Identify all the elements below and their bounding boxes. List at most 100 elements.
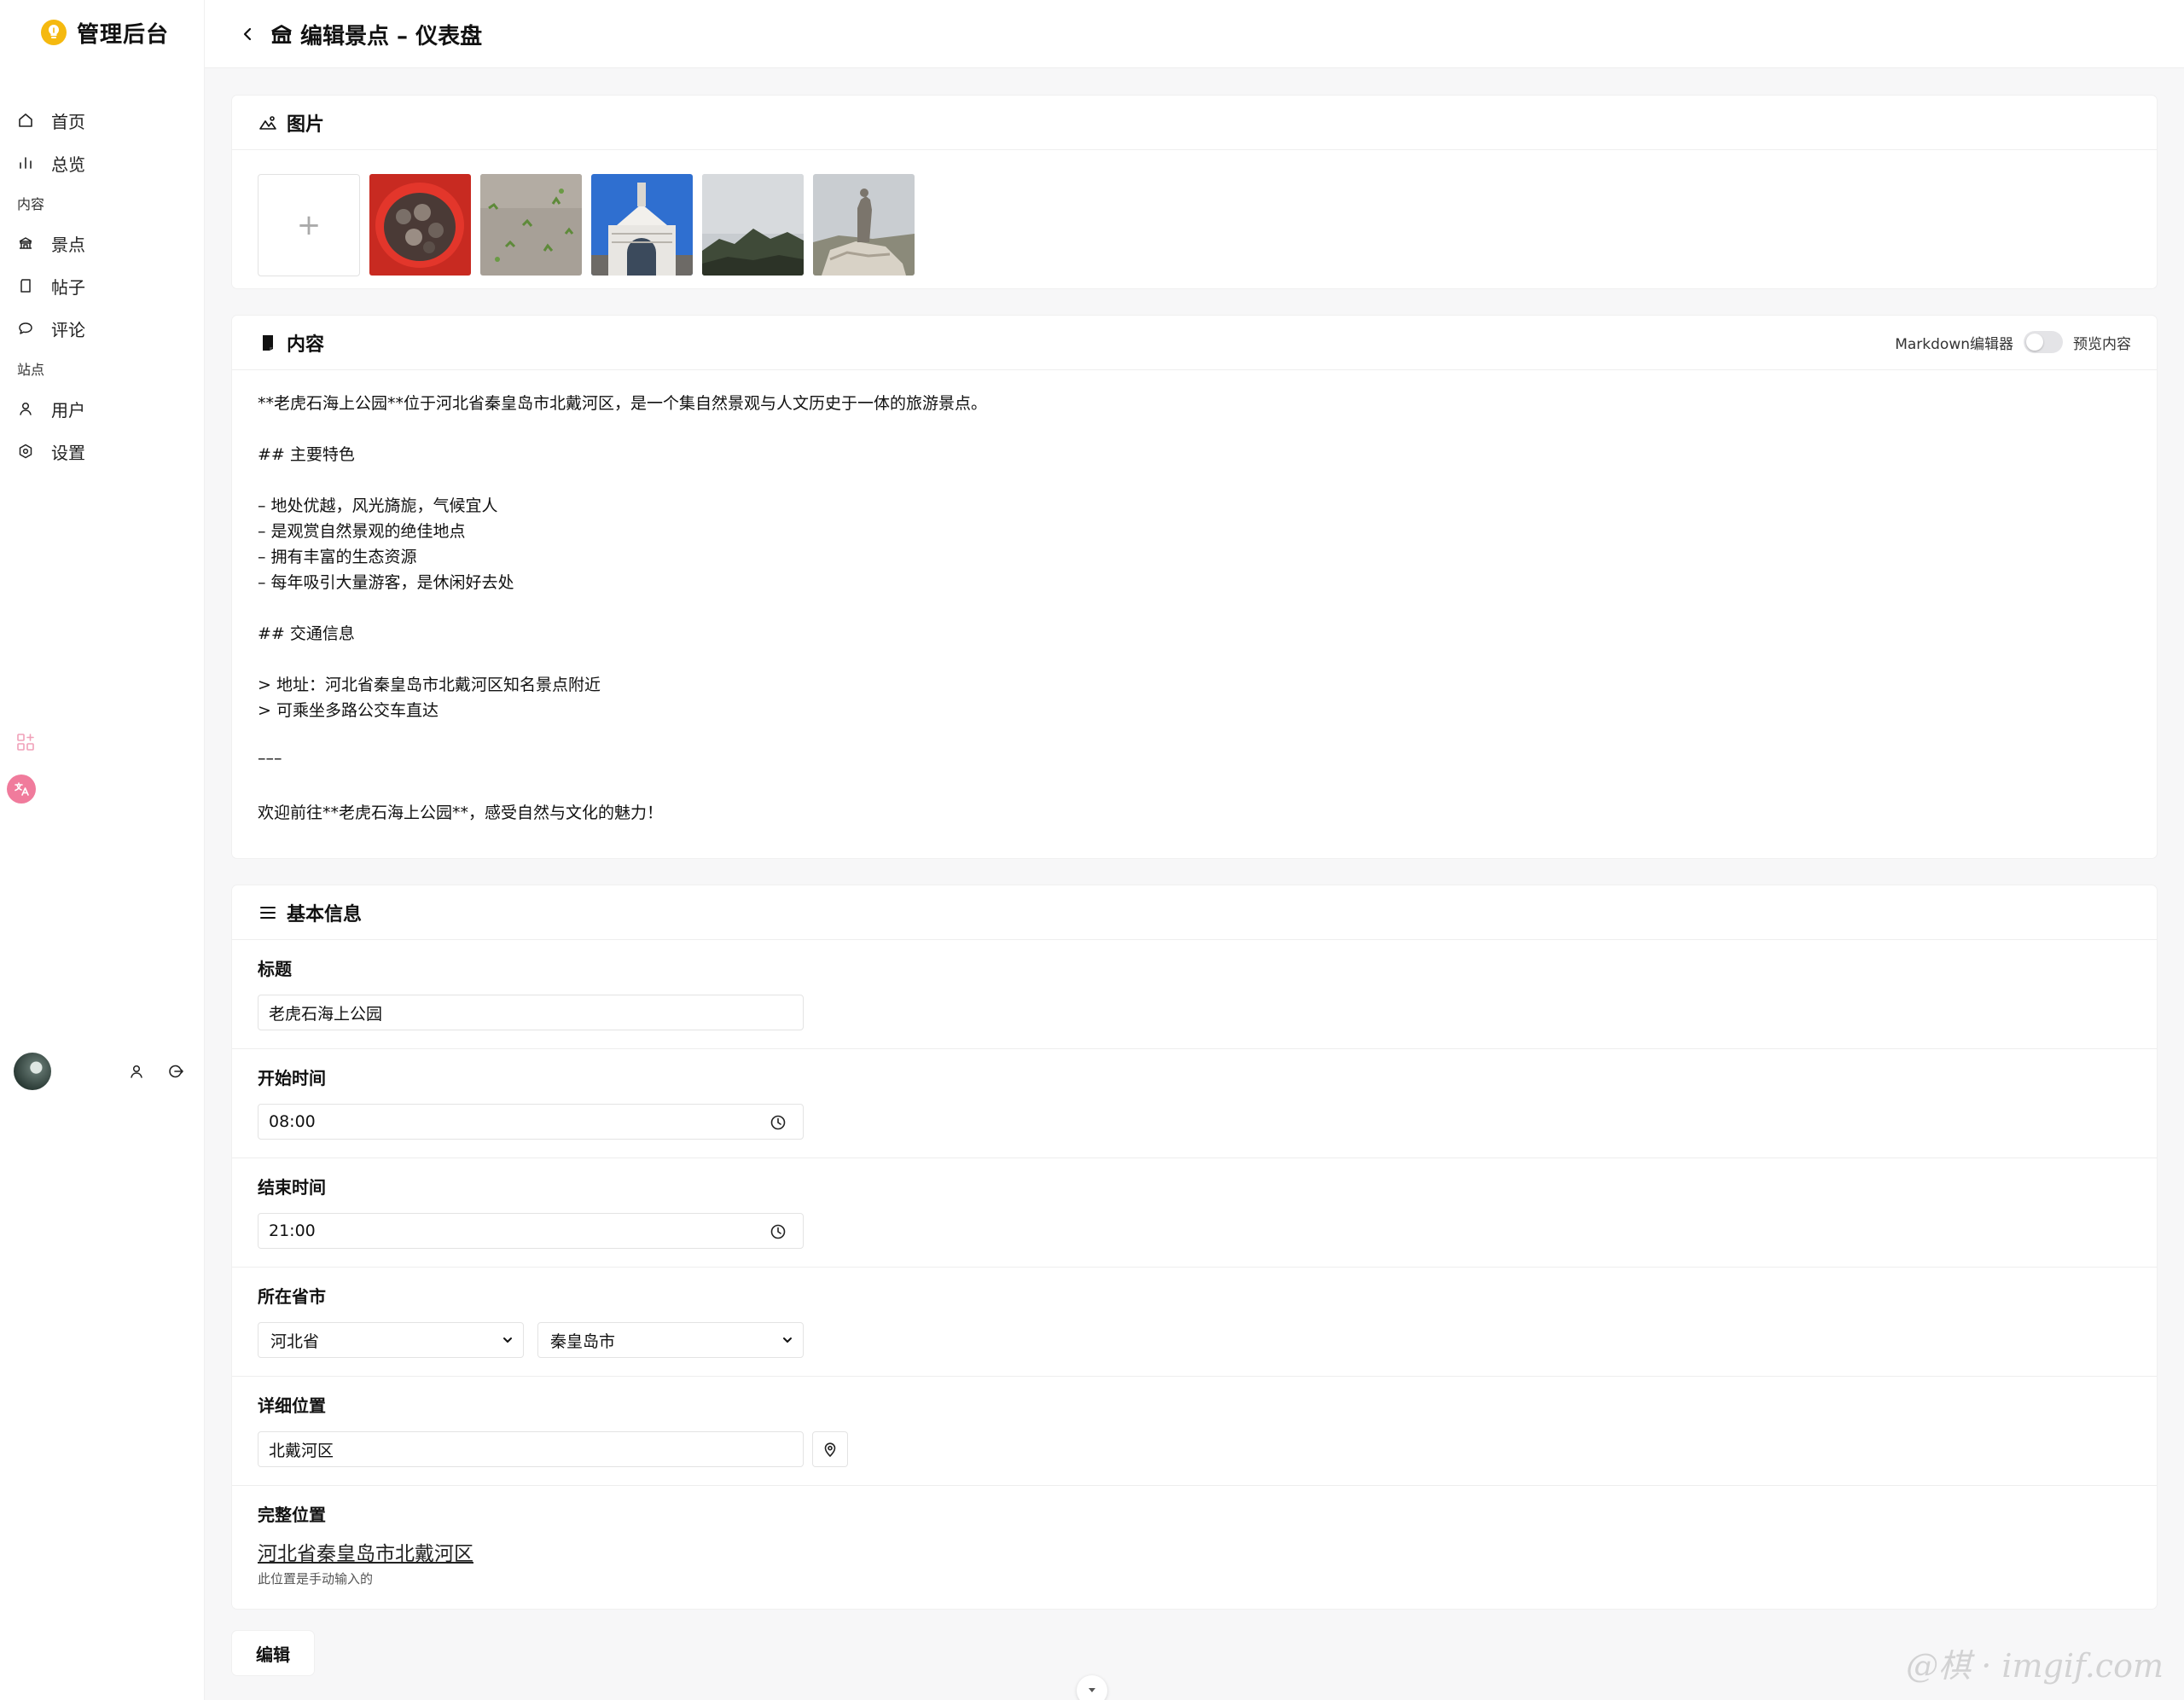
content-line: ––– — [258, 749, 282, 768]
note-icon — [263, 334, 273, 351]
city-select-value: 秦皇岛市 — [550, 1332, 616, 1351]
sidebar-item-overview[interactable]: 总览 — [0, 142, 205, 184]
user-icon — [131, 1065, 142, 1078]
detail-location-label: 详细位置 — [258, 1395, 326, 1416]
image-thumbnail[interactable] — [369, 174, 471, 276]
content-card-header: 内容 — [232, 316, 2157, 370]
province-select[interactable]: 河北省 — [258, 1322, 524, 1358]
sidebar-item-label: 首页 — [51, 111, 85, 132]
markdown-editor-label: Markdown编辑器 — [1895, 335, 2013, 353]
end-time-field[interactable] — [258, 1213, 804, 1249]
image-thumbnail[interactable] — [480, 174, 582, 276]
chevron-down-icon — [503, 1337, 512, 1343]
preview-content-label: 预览内容 — [2073, 335, 2131, 353]
landmark-icon — [19, 237, 32, 249]
content-line: > 地址：河北省秦皇岛市北戴河区知名景点附近 — [258, 676, 601, 694]
start-time-label: 开始时间 — [258, 1068, 326, 1088]
image-list: + — [258, 174, 915, 276]
document-icon — [20, 279, 31, 293]
sidebar-item-label: 设置 — [51, 442, 85, 463]
images-card: 图片 + — [232, 96, 2157, 288]
logout-button[interactable] — [164, 1059, 188, 1083]
basic-info-card-title: 基本信息 — [287, 903, 363, 925]
sidebar-item-posts[interactable]: 帖子 — [0, 264, 205, 307]
full-location-hint: 此位置是手动输入的 — [258, 1571, 374, 1587]
page-header: 编辑景点 – 仪表盘 — [205, 0, 2184, 68]
sidebar-item-label: 用户 — [51, 399, 85, 421]
content-line: ## 交通信息 — [258, 624, 355, 643]
basic-info-card: 基本信息 标题 开始时间 结束时间 所在省市 河北省 秦皇岛市 — [232, 885, 2157, 1609]
content-card: 内容 Markdown编辑器 预览内容 **老虎石海上公园**位于河北省秦皇岛市… — [232, 316, 2157, 858]
sidebar-item-label: 帖子 — [51, 276, 85, 298]
basic-info-card-header: 基本信息 — [232, 885, 2157, 940]
profile-button[interactable] — [125, 1059, 148, 1083]
city-select[interactable]: 秦皇岛市 — [537, 1322, 804, 1358]
back-button[interactable] — [235, 22, 259, 46]
home-icon — [19, 113, 32, 127]
app-root: 管理后台 首页 总览 内容 景点 帖子 评论 站点 用户 设置 编辑景点 – 仪… — [0, 0, 2184, 1700]
content-line: – 是观赏自然景观的绝佳地点 — [258, 522, 466, 541]
sidebar-item-label: 评论 — [51, 319, 85, 340]
chevron-down-icon — [1089, 1688, 1095, 1692]
locate-button[interactable] — [812, 1431, 848, 1467]
upload-image-button[interactable]: + — [258, 174, 360, 276]
editor-mode-switch: Markdown编辑器 预览内容 — [1895, 331, 2131, 353]
content-line: – 每年吸引大量游客，是休闲好去处 — [258, 573, 514, 592]
sidebar-nav: 首页 总览 内容 景点 帖子 评论 站点 用户 设置 — [0, 99, 205, 473]
brand-title: 管理后台 — [77, 21, 170, 48]
editor-toggle[interactable] — [2024, 331, 2063, 353]
avatar[interactable] — [14, 1053, 51, 1090]
image-icon — [259, 115, 276, 130]
image-thumbnail[interactable] — [813, 174, 915, 276]
content-line: **老虎石海上公园**位于河北省秦皇岛市北戴河区，是一个集自然景观与人文历史于一… — [258, 394, 988, 413]
scroll-down-button[interactable] — [1077, 1675, 1107, 1700]
image-thumbnail[interactable] — [591, 174, 693, 276]
images-card-title: 图片 — [287, 113, 325, 136]
apps-grid-float-icon[interactable] — [9, 725, 43, 759]
province-city-row: 所在省市 河北省 秦皇岛市 — [232, 1268, 2157, 1377]
title-field[interactable] — [258, 995, 804, 1030]
landmark-icon — [271, 25, 292, 44]
content-line: – 地处优越，风光旖旎，气候宜人 — [258, 496, 498, 515]
clock-icon[interactable] — [770, 1114, 787, 1131]
content-line: 欢迎前往**老虎石海上公园**，感受自然与文化的魅力！ — [258, 804, 664, 822]
clock-icon[interactable] — [770, 1223, 787, 1240]
edit-button[interactable]: 编辑 — [232, 1631, 314, 1675]
province-city-label: 所在省市 — [258, 1286, 326, 1307]
chevron-down-icon — [783, 1337, 792, 1343]
translate-float-icon[interactable] — [7, 775, 36, 804]
image-thumbnail[interactable] — [702, 174, 804, 276]
sidebar: 管理后台 首页 总览 内容 景点 帖子 评论 站点 用户 设置 — [0, 0, 205, 1700]
end-time-label: 结束时间 — [258, 1177, 326, 1198]
title-label: 标题 — [258, 959, 292, 979]
nav-section-content: 内容 — [17, 196, 45, 212]
sidebar-item-home[interactable]: 首页 — [0, 99, 205, 142]
chevron-left-icon — [243, 27, 252, 41]
sidebar-user — [14, 1053, 193, 1090]
images-card-header: 图片 — [232, 96, 2157, 150]
sidebar-item-users[interactable]: 用户 — [0, 387, 205, 430]
nav-section-site: 站点 — [17, 362, 45, 378]
detail-location-field[interactable] — [258, 1431, 804, 1467]
start-time-field[interactable] — [258, 1104, 804, 1140]
title-row: 标题 — [232, 940, 2157, 1049]
menu-lines-icon — [260, 906, 276, 919]
lightbulb-logo-icon — [41, 20, 67, 45]
content-line: – 拥有丰富的生态资源 — [258, 548, 417, 566]
province-select-value: 河北省 — [270, 1332, 320, 1351]
sidebar-item-settings[interactable]: 设置 — [0, 430, 205, 473]
watermark: @棋 · imgif.com — [1906, 1647, 2164, 1685]
logout-icon — [169, 1065, 183, 1078]
sidebar-item-comments[interactable]: 评论 — [0, 307, 205, 350]
sidebar-item-label: 景点 — [51, 234, 85, 255]
sidebar-item-label: 总览 — [51, 154, 85, 175]
map-pin-icon — [824, 1442, 836, 1457]
bar-chart-icon — [20, 157, 32, 169]
user-icon — [20, 402, 32, 415]
full-location-label: 完整位置 — [258, 1505, 326, 1525]
sidebar-item-attractions[interactable]: 景点 — [0, 222, 205, 264]
page-title: 编辑景点 – 仪表盘 — [300, 24, 483, 49]
content-line: > 可乘坐多路公交车直达 — [258, 701, 439, 720]
full-location-link[interactable]: 河北省秦皇岛市北戴河区 — [258, 1537, 473, 1566]
brand[interactable]: 管理后台 — [41, 17, 169, 48]
